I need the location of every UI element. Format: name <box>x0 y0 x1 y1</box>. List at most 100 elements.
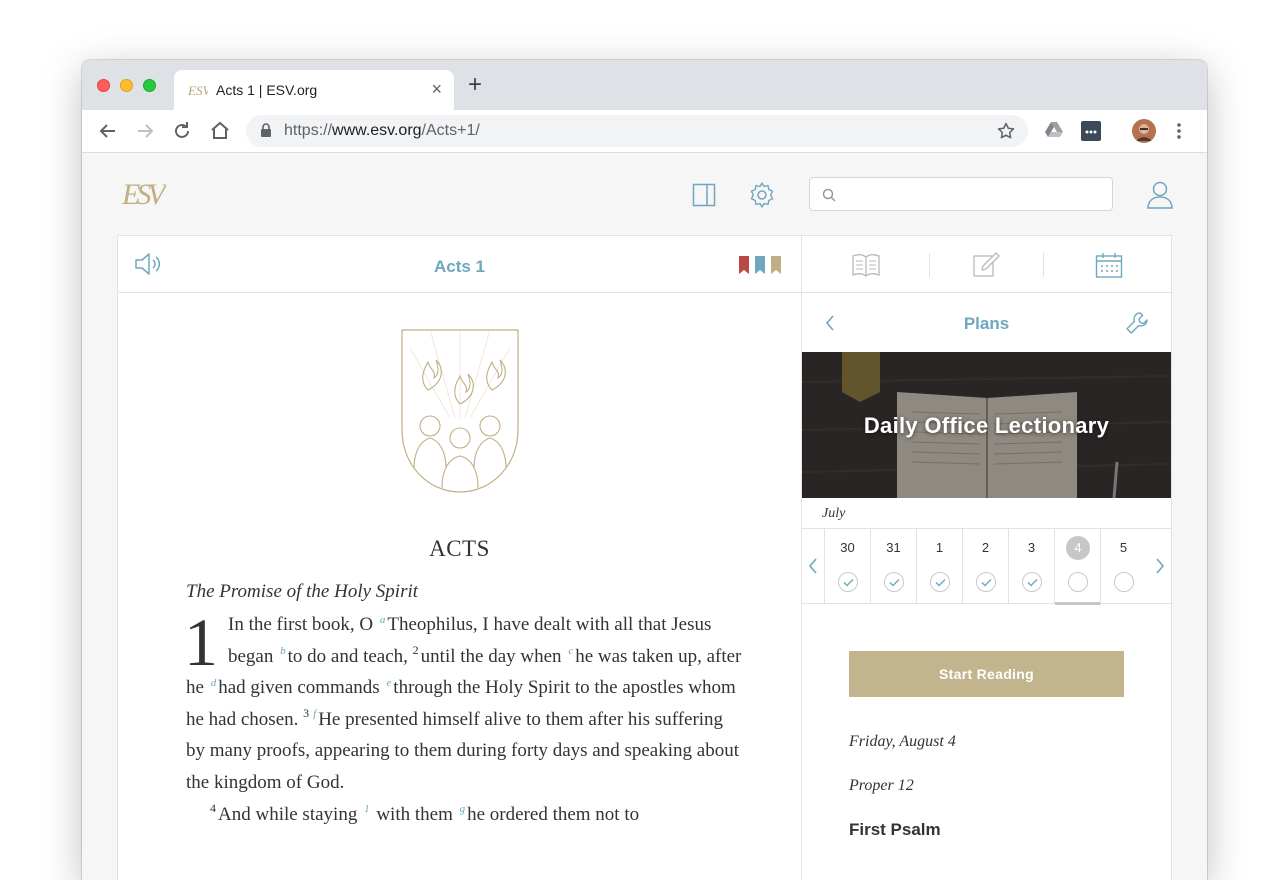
lock-icon <box>260 123 272 143</box>
verse-text: he ordered them not to <box>467 803 640 825</box>
tab-title: Acts 1 | ESV.org <box>216 82 318 98</box>
calendar-icon[interactable] <box>1095 252 1123 283</box>
plan-date: Friday, August 4 <box>849 733 956 750</box>
day-number: 1 <box>935 540 944 555</box>
footnote-marker[interactable]: b <box>278 645 288 657</box>
extension-icon[interactable] <box>1081 121 1101 146</box>
book-name: ACTS <box>429 536 490 561</box>
verse-text: In the first book, O <box>228 614 378 635</box>
section-heading: The Promise of the Holy Spirit <box>186 581 419 602</box>
check-icon[interactable] <box>838 572 858 592</box>
reload-icon[interactable] <box>170 119 194 143</box>
check-icon[interactable] <box>1022 572 1042 592</box>
day-cell[interactable]: 2 <box>962 529 1008 604</box>
minimize-window-button[interactable] <box>120 79 133 92</box>
verse-text: had given commands <box>218 677 385 699</box>
svg-text:ESV: ESV <box>122 178 166 211</box>
verse-number: 3 <box>303 706 310 721</box>
month-label: July <box>822 506 846 521</box>
check-icon[interactable] <box>884 572 904 592</box>
tab-divider <box>1043 253 1044 277</box>
footnote-marker[interactable]: 1 <box>362 803 372 815</box>
search-icon <box>822 188 836 207</box>
verse-number: 2 <box>412 643 419 658</box>
home-icon[interactable] <box>208 119 232 143</box>
day-cell[interactable]: 1 <box>916 529 962 604</box>
day-number: 30 <box>840 540 855 555</box>
tab-bar: ESV Acts 1 | ESV.org × + <box>82 60 1207 110</box>
chapter-title[interactable]: Acts 1 <box>118 257 801 277</box>
verse-paragraph: 4 And while staying 1 with them g he order… <box>186 799 746 831</box>
reader-header: Acts 1 <box>118 236 801 293</box>
bookmark-ribbons[interactable] <box>737 256 785 279</box>
day-cell[interactable]: 3 <box>1008 529 1054 604</box>
new-tab-button[interactable]: + <box>468 73 482 97</box>
day-cell[interactable]: 4 <box>1054 529 1101 605</box>
verse-text: until the day when <box>420 645 567 667</box>
settings-gear-icon[interactable] <box>748 181 776 214</box>
day-cell[interactable]: 31 <box>870 529 916 604</box>
chapter-number: 1 <box>184 604 218 680</box>
plan-name: Daily Office Lectionary <box>863 413 1110 438</box>
verse-text: And while staying <box>218 803 363 825</box>
day-selector: 30 31 1 2 3 4 5 <box>802 528 1171 605</box>
plan-hero-image[interactable]: Daily Office Lectionary <box>802 352 1171 498</box>
notes-pencil-icon[interactable] <box>972 251 1000 284</box>
scripture-text: 1 In the first book, O a Theophilus, I ha… <box>184 604 746 831</box>
plan-section-title: First Psalm <box>849 820 941 839</box>
open-book-icon[interactable] <box>852 253 880 282</box>
verse-text: with them <box>371 803 458 825</box>
browser-toolbar: https://www.esv.org/Acts+1/ <box>82 110 1207 153</box>
plans-header: Plans <box>802 293 1171 352</box>
esv-page: ESV Acts 1 ACTS The Promise of the Holy … <box>82 154 1207 880</box>
maximize-window-button[interactable] <box>143 79 156 92</box>
wrench-icon[interactable] <box>1125 311 1149 340</box>
check-icon[interactable] <box>930 572 950 592</box>
prev-days-chevron-icon[interactable] <box>807 556 819 581</box>
acts-emblem-image <box>400 328 520 501</box>
footnote-marker[interactable]: a <box>378 614 388 626</box>
url-text: https://www.esv.org/Acts+1/ <box>284 122 480 139</box>
avatar[interactable] <box>1132 119 1156 148</box>
drive-extension-icon[interactable] <box>1044 121 1064 144</box>
day-number: 31 <box>886 540 901 555</box>
bible-reader-panel: Acts 1 ACTS The Promise of the Holy Spir… <box>117 235 802 880</box>
day-number: 3 <box>1027 540 1036 555</box>
close-window-button[interactable] <box>97 79 110 92</box>
verse-number: 4 <box>210 801 216 816</box>
bookmark-star-icon[interactable] <box>996 121 1016 146</box>
day-cell[interactable]: 30 <box>824 529 870 604</box>
footnote-marker[interactable]: d <box>209 677 219 689</box>
day-cell[interactable]: 5 <box>1100 529 1146 604</box>
next-days-chevron-icon[interactable] <box>1154 556 1166 581</box>
empty-circle-icon[interactable] <box>1114 572 1134 592</box>
forward-arrow-icon[interactable] <box>133 119 157 143</box>
day-number: 2 <box>981 540 990 555</box>
browser-window: ESV Acts 1 | ESV.org × + https://www.esv… <box>82 60 1207 880</box>
back-arrow-icon[interactable] <box>96 119 120 143</box>
plans-title: Plans <box>963 314 1010 333</box>
address-bar[interactable]: https://www.esv.org/Acts+1/ <box>246 115 1028 147</box>
day-number: 4 <box>1066 536 1090 560</box>
footnote-marker[interactable]: c <box>566 645 575 657</box>
day-number: 5 <box>1119 540 1128 555</box>
browser-tab-active[interactable]: ESV Acts 1 | ESV.org × <box>174 70 454 110</box>
start-reading-button[interactable]: Start Reading <box>849 651 1124 697</box>
user-account-icon[interactable] <box>1146 180 1174 215</box>
verse-text: to do and teach, <box>287 645 413 667</box>
panel-layout-icon[interactable] <box>692 183 716 212</box>
tab-divider <box>929 253 930 277</box>
esv-logo[interactable]: ESV <box>121 174 173 222</box>
side-panel-tabs <box>802 236 1171 293</box>
svg-text:ESV: ESV <box>188 83 208 98</box>
footnote-marker[interactable]: g <box>458 803 468 815</box>
check-icon[interactable] <box>976 572 996 592</box>
side-panel: Plans Daily Office Lectionary July 30 31… <box>801 235 1172 880</box>
search-input[interactable] <box>809 177 1113 211</box>
esv-favicon-icon: ESV <box>187 81 212 99</box>
footnote-marker[interactable]: e <box>384 677 393 689</box>
browser-menu-icon[interactable] <box>1176 121 1182 146</box>
plan-proper: Proper 12 <box>849 777 914 794</box>
tab-close-icon[interactable]: × <box>431 79 442 100</box>
empty-circle-icon[interactable] <box>1068 572 1088 592</box>
